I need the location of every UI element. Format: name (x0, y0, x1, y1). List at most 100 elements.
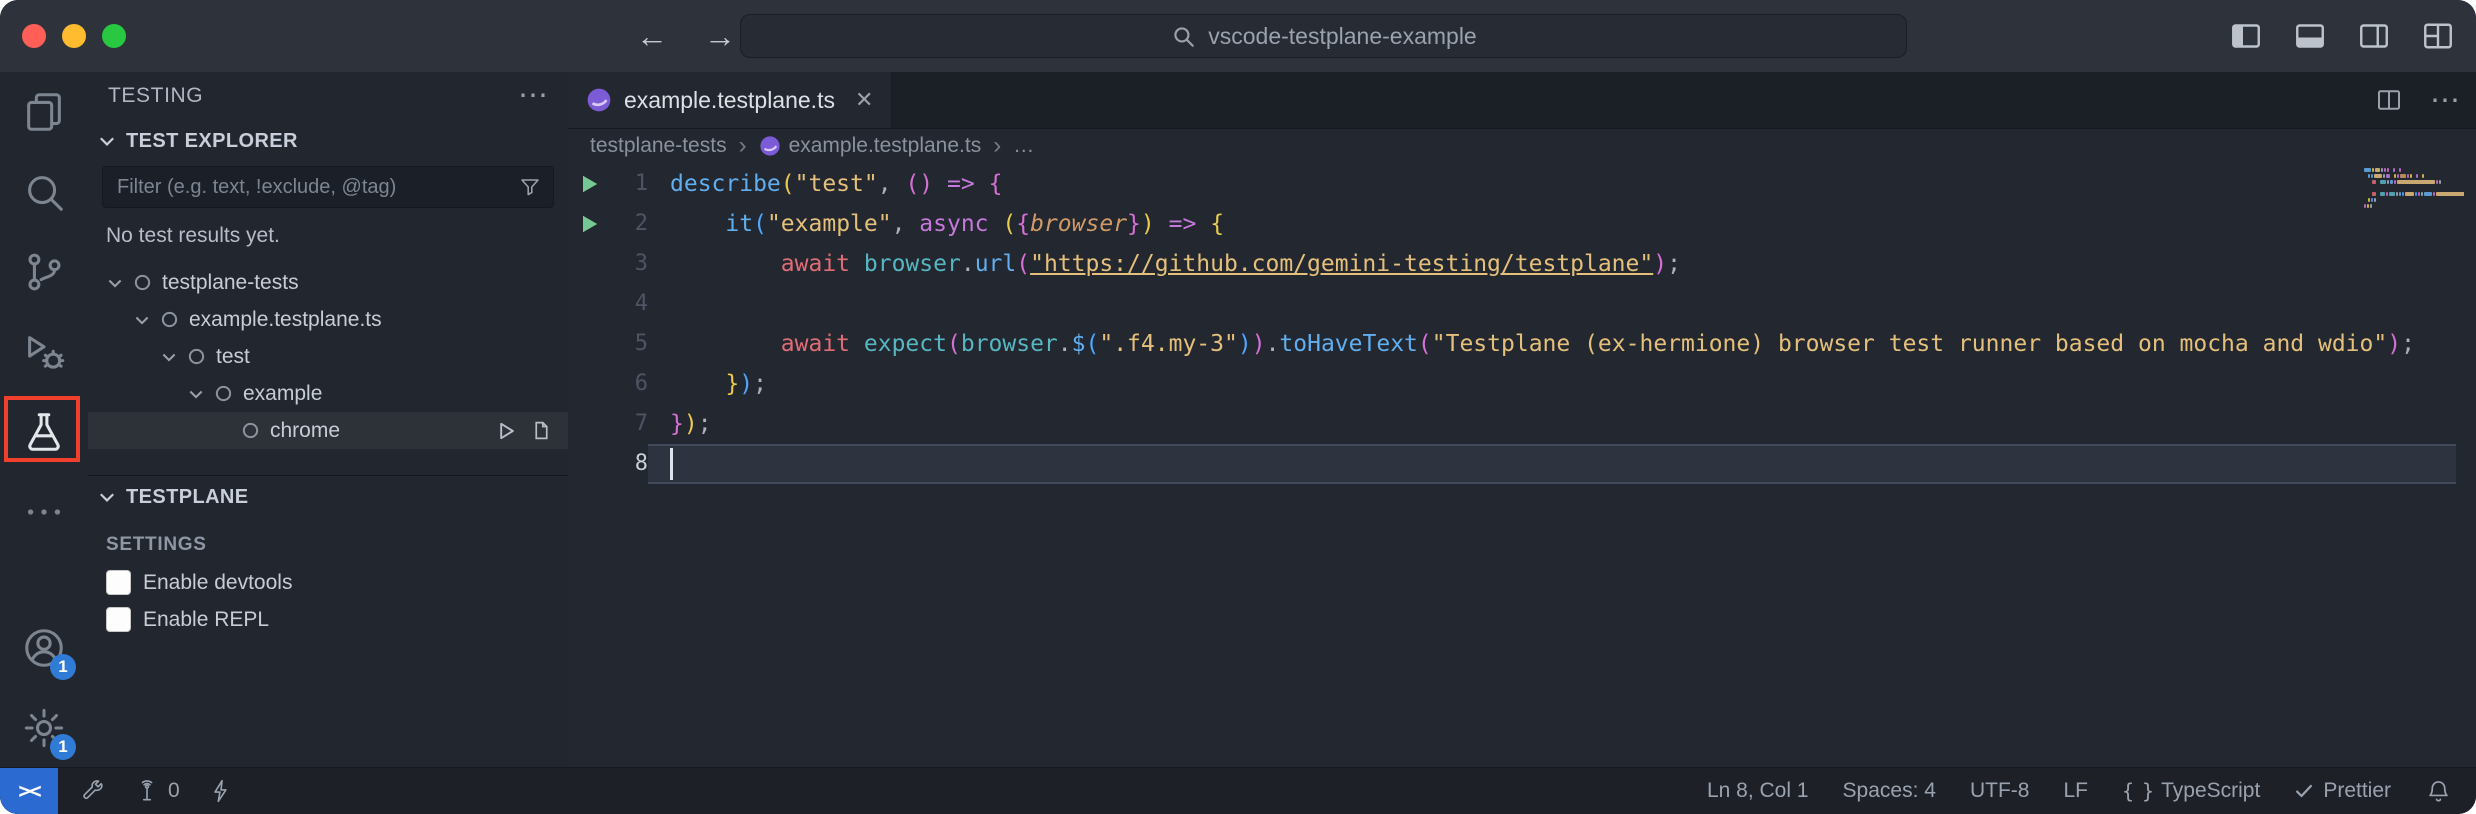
checkbox-enable-devtools[interactable]: Enable devtools (88, 564, 568, 601)
tree-item-test[interactable]: test (88, 338, 568, 375)
close-tab-icon[interactable]: ✕ (855, 87, 873, 113)
test-state-icon (128, 273, 156, 292)
line-number: 2 (610, 204, 648, 244)
close-window-button[interactable] (22, 24, 46, 48)
run-test-button[interactable] (495, 420, 517, 442)
tab-actions: ⋯ (2374, 72, 2460, 128)
toggle-primary-sidebar-icon[interactable] (2228, 18, 2264, 54)
breadcrumb-item[interactable]: … (1013, 134, 1034, 158)
code-line[interactable]: 5 await expect(browser.$(".f4.my-3")).to… (568, 324, 2476, 364)
tree-item-example[interactable]: example (88, 375, 568, 412)
toggle-panel-icon[interactable] (2292, 18, 2328, 54)
breadcrumb-item[interactable]: testplane-tests (590, 134, 727, 158)
status-lf[interactable]: LF (2063, 779, 2088, 803)
code-line[interactable]: 3 await browser.url("https://github.com/… (568, 244, 2476, 284)
explorer-icon[interactable] (0, 72, 88, 152)
chevron-down-icon[interactable] (102, 270, 128, 296)
test-tree: testplane-testsexample.testplane.tstest e… (88, 264, 568, 449)
editor-more-actions-icon[interactable]: ⋯ (2430, 83, 2460, 118)
status-left: 0 (58, 778, 234, 804)
tree-row-actions (495, 420, 568, 442)
code-line[interactable]: 4 (568, 284, 2476, 324)
test-filter-input[interactable] (102, 166, 554, 208)
annotation-highlight (4, 396, 80, 462)
tab-example-testplane-ts[interactable]: example.testplane.ts ✕ (568, 72, 892, 128)
search-view-icon[interactable] (0, 152, 88, 232)
section-testplane[interactable]: TESTPLANE (88, 476, 568, 518)
breadcrumb-separator-icon: › (993, 132, 1001, 160)
settings-gear-icon[interactable]: 1 (0, 688, 88, 768)
tools-icon[interactable] (80, 778, 106, 804)
checkbox-box[interactable] (106, 570, 131, 595)
section-test-explorer[interactable]: TEST EXPLORER (88, 120, 568, 162)
editor-group: example.testplane.ts ✕ ⋯ testplane-tests… (568, 72, 2476, 768)
code-area[interactable]: 1describe("test", () => {2 it("example",… (568, 164, 2476, 768)
breadcrumbs: testplane-tests›example.testplane.ts›… (568, 128, 2476, 164)
chevron-down-icon[interactable] (156, 344, 182, 370)
panel-header: TESTING ⋯ (88, 72, 568, 120)
tree-item-example-testplane-ts[interactable]: example.testplane.ts (88, 301, 568, 338)
minimize-window-button[interactable] (62, 24, 86, 48)
code-text (648, 284, 2476, 324)
bell-icon[interactable] (2425, 778, 2452, 805)
testplane-section: TESTPLANE SETTINGS Enable devtoolsEnable… (88, 475, 568, 638)
testplane-settings-list: Enable devtools Enable REPL (88, 564, 568, 638)
goto-test-button[interactable] (531, 420, 552, 442)
breadcrumb-label: testplane-tests (590, 134, 727, 158)
testplane-file-icon (586, 87, 612, 113)
accounts-icon[interactable]: 1 (0, 608, 88, 688)
more-actions-icon[interactable]: ⋯ (518, 81, 548, 111)
code-line[interactable]: 6 }); (568, 364, 2476, 404)
tree-item-label: example (243, 382, 322, 406)
status-ln-8-col-1[interactable]: Ln 8, Col 1 (1707, 779, 1809, 803)
tree-item-testplane-tests[interactable]: testplane-tests (88, 264, 568, 301)
breadcrumb-item[interactable]: example.testplane.ts (759, 134, 982, 158)
testing-sidebar: TESTING ⋯ TEST EXPLORER No test results … (88, 72, 569, 768)
checkbox-label: Enable devtools (143, 571, 292, 595)
line-number: 5 (610, 324, 648, 364)
remote-indicator[interactable]: >< (0, 768, 58, 814)
code-line[interactable]: 2 it("example", async ({browser}) => { (568, 204, 2476, 244)
status-utf-8[interactable]: UTF-8 (1970, 779, 2030, 803)
filter-icon[interactable] (518, 175, 542, 199)
toggle-secondary-sidebar-icon[interactable] (2356, 18, 2392, 54)
status-prettier[interactable]: Prettier (2294, 779, 2391, 803)
chevron-down-icon[interactable] (183, 381, 209, 407)
additional-views-icon[interactable] (0, 472, 88, 552)
source-control-icon[interactable] (0, 232, 88, 312)
settings-heading: SETTINGS (88, 518, 568, 564)
gutter-spacer (568, 284, 610, 324)
test-state-icon (236, 421, 264, 440)
chevron-down-icon (96, 486, 118, 508)
gutter-spacer (568, 324, 610, 364)
history-nav: ← → (636, 0, 736, 72)
tab-bar: example.testplane.ts ✕ ⋯ (568, 72, 2476, 129)
vscode-window: ← → vscode-testplane-example (0, 0, 2476, 814)
tab-label: example.testplane.ts (624, 87, 835, 114)
tree-item-chrome[interactable]: chrome (88, 412, 568, 449)
command-center[interactable]: vscode-testplane-example (740, 14, 1907, 58)
code-line[interactable]: 8 (568, 444, 2476, 484)
split-editor-icon[interactable] (2374, 85, 2404, 115)
zap-icon[interactable] (208, 778, 234, 804)
ports-indicator[interactable]: 0 (134, 778, 180, 804)
run-and-debug-icon[interactable] (0, 312, 88, 392)
chevron-down-icon[interactable] (129, 307, 155, 333)
code-line[interactable]: 7}); (568, 404, 2476, 444)
customize-layout-icon[interactable] (2420, 18, 2456, 54)
run-test-gutter-icon[interactable] (568, 204, 610, 244)
zoom-window-button[interactable] (102, 24, 126, 48)
no-results-message: No test results yet. (88, 218, 568, 262)
run-test-gutter-icon[interactable] (568, 164, 610, 204)
minimap[interactable] (2364, 168, 2464, 216)
checkbox-enable-repl[interactable]: Enable REPL (88, 601, 568, 638)
status-typescript[interactable]: { }TypeScript (2122, 779, 2260, 804)
code-line[interactable]: 1describe("test", () => { (568, 164, 2476, 204)
back-button[interactable]: ← (636, 20, 668, 52)
gutter-spacer (568, 244, 610, 284)
code-text: await expect(browser.$(".f4.my-3")).toHa… (648, 324, 2476, 364)
checkbox-box[interactable] (106, 607, 131, 632)
gutter-spacer (568, 364, 610, 404)
status-spaces-4[interactable]: Spaces: 4 (1843, 779, 1936, 803)
forward-button[interactable]: → (704, 20, 736, 52)
